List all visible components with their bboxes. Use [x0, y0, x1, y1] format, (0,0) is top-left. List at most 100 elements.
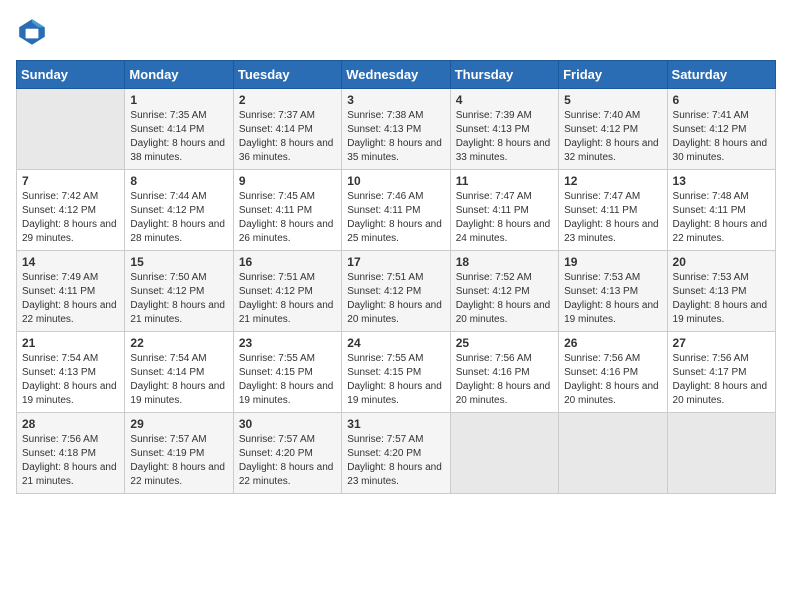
calendar-cell — [667, 413, 775, 494]
calendar-cell: 5Sunrise: 7:40 AMSunset: 4:12 PMDaylight… — [559, 89, 667, 170]
calendar-cell: 29 Sunrise: 7:57 AMSunset: 4:19 PMDayligh… — [125, 413, 233, 494]
day-number: 3 — [347, 93, 444, 107]
calendar-body: 1 Sunrise: 7:35 AMSunset: 4:14 PMDaylight… — [17, 89, 776, 494]
day-number: 15 — [130, 255, 227, 269]
calendar-cell: 17 Sunrise: 7:51 AMSunset: 4:12 PMDayligh… — [342, 251, 450, 332]
day-number: 4 — [456, 93, 553, 107]
calendar-cell: 9Sunrise: 7:45 AMSunset: 4:11 PMDaylight… — [233, 170, 341, 251]
calendar-cell: 28 Sunrise: 7:56 AMSunset: 4:18 PMDayligh… — [17, 413, 125, 494]
calendar-cell: 27 Sunrise: 7:56 AMSunset: 4:17 PMDayligh… — [667, 332, 775, 413]
day-number: 21 — [22, 336, 119, 350]
week-row-1: 1 Sunrise: 7:35 AMSunset: 4:14 PMDaylight… — [17, 89, 776, 170]
week-row-5: 28 Sunrise: 7:56 AMSunset: 4:18 PMDayligh… — [17, 413, 776, 494]
day-number: 28 — [22, 417, 119, 431]
calendar-cell: 11 Sunrise: 7:47 AMSunset: 4:11 PMDayligh… — [450, 170, 558, 251]
cell-content: Sunrise: 7:42 AMSunset: 4:12 PMDaylight:… — [22, 190, 119, 246]
cell-content: Sunrise: 7:37 AMSunset: 4:14 PMDaylight:… — [239, 109, 336, 165]
cell-content: Sunrise: 7:54 AMSunset: 4:13 PMDaylight:… — [22, 352, 119, 408]
cell-content: Sunrise: 7:56 AMSunset: 4:18 PMDaylight:… — [22, 433, 119, 489]
day-number: 23 — [239, 336, 336, 350]
cell-content: Sunrise: 7:53 AMSunset: 4:13 PMDaylight:… — [673, 271, 770, 327]
cell-content: Sunrise: 7:47 AMSunset: 4:11 PMDaylight:… — [564, 190, 661, 246]
calendar-cell: 12 Sunrise: 7:47 AMSunset: 4:11 PMDayligh… — [559, 170, 667, 251]
day-number: 11 — [456, 174, 553, 188]
cell-content: Sunrise: 7:56 AMSunset: 4:17 PMDaylight:… — [673, 352, 770, 408]
calendar-cell: 14 Sunrise: 7:49 AMSunset: 4:11 PMDayligh… — [17, 251, 125, 332]
calendar-cell: 20 Sunrise: 7:53 AMSunset: 4:13 PMDayligh… — [667, 251, 775, 332]
day-number: 10 — [347, 174, 444, 188]
day-number: 6 — [673, 93, 770, 107]
calendar-table: SundayMondayTuesdayWednesdayThursdayFrid… — [16, 60, 776, 494]
calendar-cell: 16 Sunrise: 7:51 AMSunset: 4:12 PMDayligh… — [233, 251, 341, 332]
cell-content: Sunrise: 7:56 AMSunset: 4:16 PMDaylight:… — [564, 352, 661, 408]
header-cell-tuesday: Tuesday — [233, 61, 341, 89]
cell-content: Sunrise: 7:57 AMSunset: 4:20 PMDaylight:… — [347, 433, 444, 489]
week-row-4: 21 Sunrise: 7:54 AMSunset: 4:13 PMDayligh… — [17, 332, 776, 413]
day-number: 29 — [130, 417, 227, 431]
day-number: 17 — [347, 255, 444, 269]
cell-content: Sunrise: 7:40 AMSunset: 4:12 PMDaylight:… — [564, 109, 661, 165]
calendar-cell: 7 Sunrise: 7:42 AMSunset: 4:12 PMDaylight… — [17, 170, 125, 251]
day-number: 30 — [239, 417, 336, 431]
day-number: 12 — [564, 174, 661, 188]
calendar-cell: 15 Sunrise: 7:50 AMSunset: 4:12 PMDayligh… — [125, 251, 233, 332]
cell-content: Sunrise: 7:52 AMSunset: 4:12 PMDaylight:… — [456, 271, 553, 327]
calendar-cell — [17, 89, 125, 170]
cell-content: Sunrise: 7:51 AMSunset: 4:12 PMDaylight:… — [347, 271, 444, 327]
day-number: 7 — [22, 174, 119, 188]
header-cell-wednesday: Wednesday — [342, 61, 450, 89]
day-number: 19 — [564, 255, 661, 269]
day-number: 20 — [673, 255, 770, 269]
day-number: 2 — [239, 93, 336, 107]
calendar-cell: 10 Sunrise: 7:46 AMSunset: 4:11 PMDayligh… — [342, 170, 450, 251]
calendar-cell: 18Sunrise: 7:52 AMSunset: 4:12 PMDayligh… — [450, 251, 558, 332]
calendar-cell: 31Sunrise: 7:57 AMSunset: 4:20 PMDayligh… — [342, 413, 450, 494]
calendar-cell: 21 Sunrise: 7:54 AMSunset: 4:13 PMDayligh… — [17, 332, 125, 413]
cell-content: Sunrise: 7:55 AMSunset: 4:15 PMDaylight:… — [347, 352, 444, 408]
calendar-cell: 8Sunrise: 7:44 AMSunset: 4:12 PMDaylight… — [125, 170, 233, 251]
day-number: 24 — [347, 336, 444, 350]
week-row-2: 7 Sunrise: 7:42 AMSunset: 4:12 PMDaylight… — [17, 170, 776, 251]
calendar-cell: 3 Sunrise: 7:38 AMSunset: 4:13 PMDaylight… — [342, 89, 450, 170]
header-cell-thursday: Thursday — [450, 61, 558, 89]
cell-content: Sunrise: 7:50 AMSunset: 4:12 PMDaylight:… — [130, 271, 227, 327]
cell-content: Sunrise: 7:57 AMSunset: 4:20 PMDaylight:… — [239, 433, 336, 489]
header-cell-sunday: Sunday — [17, 61, 125, 89]
day-number: 16 — [239, 255, 336, 269]
day-number: 22 — [130, 336, 227, 350]
calendar-cell: 23Sunrise: 7:55 AMSunset: 4:15 PMDayligh… — [233, 332, 341, 413]
calendar-cell: 1 Sunrise: 7:35 AMSunset: 4:14 PMDaylight… — [125, 89, 233, 170]
day-number: 13 — [673, 174, 770, 188]
cell-content: Sunrise: 7:47 AMSunset: 4:11 PMDaylight:… — [456, 190, 553, 246]
calendar-cell: 19 Sunrise: 7:53 AMSunset: 4:13 PMDayligh… — [559, 251, 667, 332]
cell-content: Sunrise: 7:54 AMSunset: 4:14 PMDaylight:… — [130, 352, 227, 408]
cell-content: Sunrise: 7:56 AMSunset: 4:16 PMDaylight:… — [456, 352, 553, 408]
cell-content: Sunrise: 7:38 AMSunset: 4:13 PMDaylight:… — [347, 109, 444, 165]
day-number: 26 — [564, 336, 661, 350]
calendar-cell: 2 Sunrise: 7:37 AMSunset: 4:14 PMDaylight… — [233, 89, 341, 170]
calendar-cell — [559, 413, 667, 494]
day-number: 25 — [456, 336, 553, 350]
calendar-cell: 22 Sunrise: 7:54 AMSunset: 4:14 PMDayligh… — [125, 332, 233, 413]
header-cell-monday: Monday — [125, 61, 233, 89]
cell-content: Sunrise: 7:46 AMSunset: 4:11 PMDaylight:… — [347, 190, 444, 246]
week-row-3: 14 Sunrise: 7:49 AMSunset: 4:11 PMDayligh… — [17, 251, 776, 332]
cell-content: Sunrise: 7:35 AMSunset: 4:14 PMDaylight:… — [130, 109, 227, 165]
calendar-cell: 24 Sunrise: 7:55 AMSunset: 4:15 PMDayligh… — [342, 332, 450, 413]
cell-content: Sunrise: 7:51 AMSunset: 4:12 PMDaylight:… — [239, 271, 336, 327]
logo-icon — [16, 16, 48, 48]
header-row: SundayMondayTuesdayWednesdayThursdayFrid… — [17, 61, 776, 89]
cell-content: Sunrise: 7:53 AMSunset: 4:13 PMDaylight:… — [564, 271, 661, 327]
day-number: 27 — [673, 336, 770, 350]
day-number: 14 — [22, 255, 119, 269]
cell-content: Sunrise: 7:57 AMSunset: 4:19 PMDaylight:… — [130, 433, 227, 489]
cell-content: Sunrise: 7:49 AMSunset: 4:11 PMDaylight:… — [22, 271, 119, 327]
day-number: 8 — [130, 174, 227, 188]
calendar-cell: 30 Sunrise: 7:57 AMSunset: 4:20 PMDayligh… — [233, 413, 341, 494]
calendar-cell — [450, 413, 558, 494]
cell-content: Sunrise: 7:41 AMSunset: 4:12 PMDaylight:… — [673, 109, 770, 165]
cell-content: Sunrise: 7:39 AMSunset: 4:13 PMDaylight:… — [456, 109, 553, 165]
day-number: 1 — [130, 93, 227, 107]
calendar-cell: 25 Sunrise: 7:56 AMSunset: 4:16 PMDayligh… — [450, 332, 558, 413]
header-cell-friday: Friday — [559, 61, 667, 89]
